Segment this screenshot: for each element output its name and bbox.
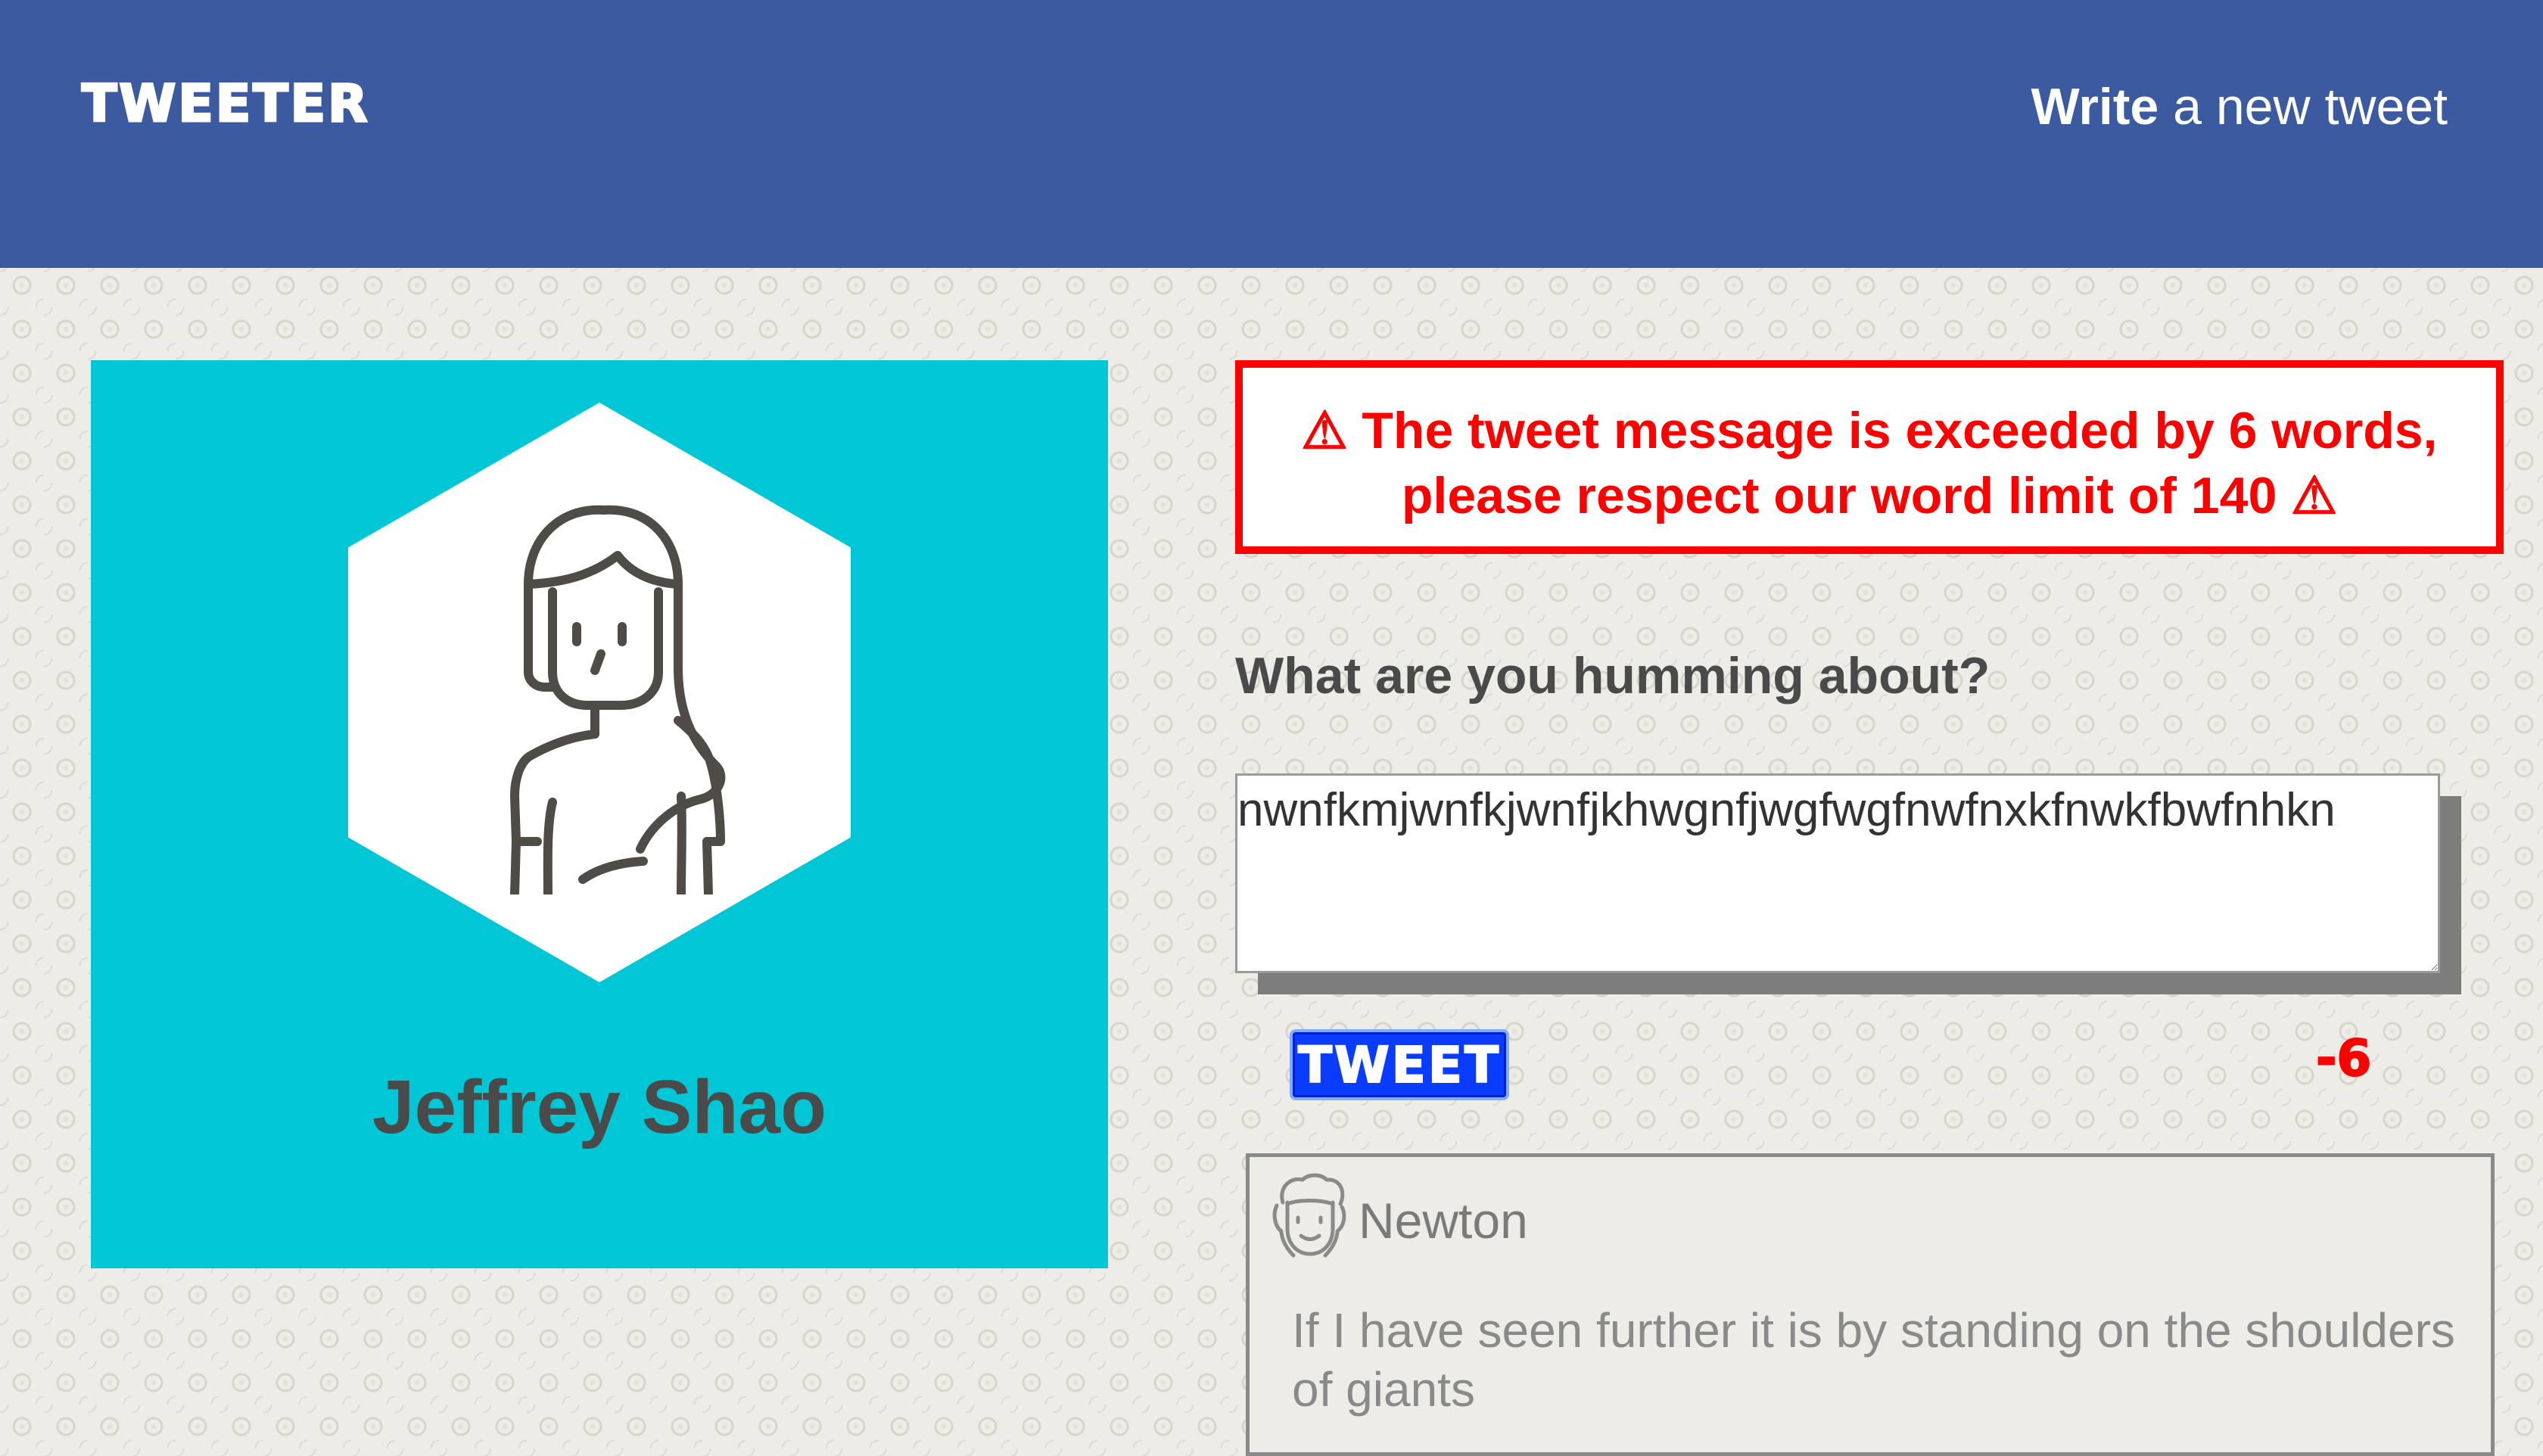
newton-avatar-icon: [1272, 1173, 1346, 1258]
woman-avatar-icon: [510, 505, 726, 894]
composer-label: What are you humming about?: [1235, 647, 1991, 705]
profile-name: Jeffrey Shao: [372, 1065, 827, 1150]
error-message-line1: ⚠ The tweet message is exceeded by 6 wor…: [1301, 402, 2438, 459]
error-message-line2: please respect our word limit of 140 ⚠: [1401, 467, 2338, 524]
page-title-rest: a new tweet: [2159, 78, 2448, 135]
tweet-button[interactable]: TWEET: [1290, 1029, 1509, 1100]
tweet-card: Newton If I have seen further it is by s…: [1246, 1153, 2495, 1456]
app-header: TWEETER Write a new tweet: [0, 0, 2543, 268]
tweet-author[interactable]: Newton: [1359, 1192, 1528, 1249]
page-title-strong: Write: [2031, 78, 2159, 135]
error-banner: ⚠ The tweet message is exceeded by 6 wor…: [1235, 360, 2504, 554]
tweet-input[interactable]: nwnfkmjwnfkjwnfjkhwgnfjwgfwgfnwfnxkfnwkf…: [1235, 773, 2440, 973]
word-counter: -6: [2315, 1028, 2372, 1088]
avatar-hexagon: [348, 403, 851, 982]
app-logo[interactable]: TWEETER: [81, 73, 370, 135]
profile-card: Jeffrey Shao: [91, 360, 1108, 1268]
page-title: Write a new tweet: [2031, 77, 2448, 136]
tweet-text: If I have seen further it is by standing…: [1292, 1303, 2455, 1417]
